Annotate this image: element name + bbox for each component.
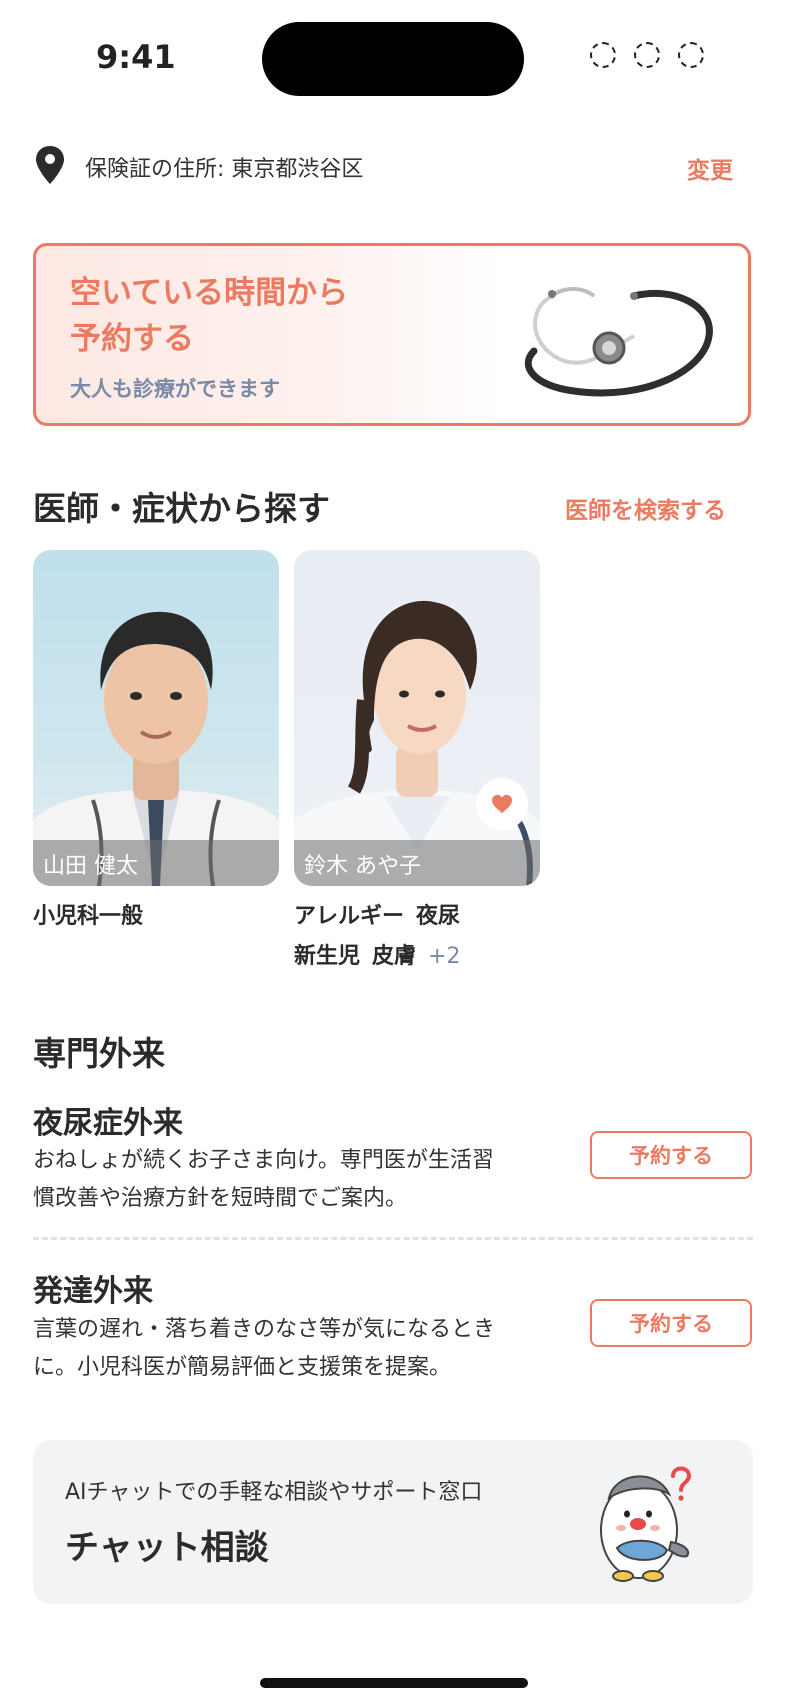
change-address-link[interactable]: 変更 xyxy=(687,151,733,185)
chat-consultation-card[interactable]: AIチャットでの手軽な相談やサポート窓口 チャット相談 xyxy=(33,1440,753,1604)
banner-title-line2: 予約する xyxy=(70,321,194,357)
location-pin-icon xyxy=(36,146,64,184)
dynamic-island xyxy=(262,22,524,96)
home-indicator[interactable] xyxy=(260,1678,528,1688)
divider xyxy=(33,1237,753,1240)
doctor-tag: アレルギー xyxy=(294,904,405,929)
doctor-name: 鈴木 あや子 xyxy=(304,854,421,879)
stethoscope-icon xyxy=(524,287,713,397)
search-doctor-link[interactable]: 医師を検索する xyxy=(565,491,726,525)
doctor-card[interactable]: 鈴木 あや子 xyxy=(294,550,540,886)
doctor-tag: 皮膚 xyxy=(372,944,417,969)
service-description: 言葉の遅れ・落ち着きのなさ等が気になるとき に。小児科医が簡易評価と支援策を提案… xyxy=(33,1311,543,1387)
doctor-card[interactable]: 山田 健太 xyxy=(33,550,279,886)
doctor-tag: 新生児 xyxy=(294,944,361,969)
chat-subtitle: AIチャットでの手軽な相談やサポート窓口 xyxy=(65,1480,483,1505)
more-tags-count: +2 xyxy=(428,944,461,969)
service-desc-line: 言葉の遅れ・落ち着きのなさ等が気になるとき xyxy=(33,1317,496,1342)
reserve-by-time-banner[interactable]: 空いている時間から 予約する 大人も診療ができます xyxy=(33,243,751,426)
favorite-button[interactable] xyxy=(476,778,528,830)
doctor-tag: 小児科一般 xyxy=(33,904,144,929)
penguin-mascot-icon xyxy=(600,1466,692,1582)
service-name: 夜尿症外来 xyxy=(33,1106,183,1141)
reserve-button[interactable]: 予約する xyxy=(590,1131,752,1179)
heart-icon xyxy=(492,794,512,814)
banner-title-line1: 空いている時間から xyxy=(70,275,349,311)
service-description: おねしょが続くお子さま向け。専門医が生活習 慣改善や治療方針を短時間でご案内。 xyxy=(33,1142,543,1218)
doctor-photo xyxy=(33,611,279,886)
doctor-name-bar: 山田 健太 xyxy=(33,840,279,886)
battery-icon xyxy=(678,42,704,68)
wifi-icon xyxy=(634,42,660,68)
banner-subtitle: 大人も診療ができます xyxy=(70,377,280,401)
service-desc-line: おねしょが続くお子さま向け。専門医が生活習 xyxy=(33,1148,494,1173)
status-bar: 9:41 xyxy=(0,0,786,110)
special-section-title: 専門外来 xyxy=(33,1034,165,1073)
status-icons xyxy=(590,42,704,68)
doctor-tags: 小児科一般 xyxy=(33,898,155,930)
doctor-photo xyxy=(294,600,540,886)
doctor-name-bar: 鈴木 あや子 xyxy=(294,840,540,886)
doctor-name: 山田 健太 xyxy=(43,854,138,879)
reserve-button[interactable]: 予約する xyxy=(590,1299,752,1347)
doctor-tags: アレルギー 夜尿 xyxy=(294,898,472,930)
banner-title: 空いている時間から 予約する xyxy=(70,270,348,362)
service-name: 発達外来 xyxy=(33,1274,153,1309)
app-screen: 9:41 保険証の住所: 東京都渋谷区 変更 空いている時間から 予約する 大人… xyxy=(0,0,786,1704)
insurance-address-label: 保険証の住所: 東京都渋谷区 xyxy=(85,157,364,182)
doctor-tags-line2: 新生児 皮膚 +2 xyxy=(294,938,460,970)
service-desc-line: 慣改善や治療方針を短時間でご案内。 xyxy=(33,1186,408,1211)
doctors-section-title: 医師・症状から探す xyxy=(33,489,330,528)
service-desc-line: に。小児科医が簡易評価と支援策を提案。 xyxy=(33,1355,452,1380)
doctor-tag: 夜尿 xyxy=(416,904,461,929)
status-time: 9:41 xyxy=(96,38,176,76)
insurance-address-row: 保険証の住所: 東京都渋谷区 変更 xyxy=(33,145,733,185)
chat-title: チャット相談 xyxy=(65,1528,269,1568)
signal-icon xyxy=(590,42,616,68)
